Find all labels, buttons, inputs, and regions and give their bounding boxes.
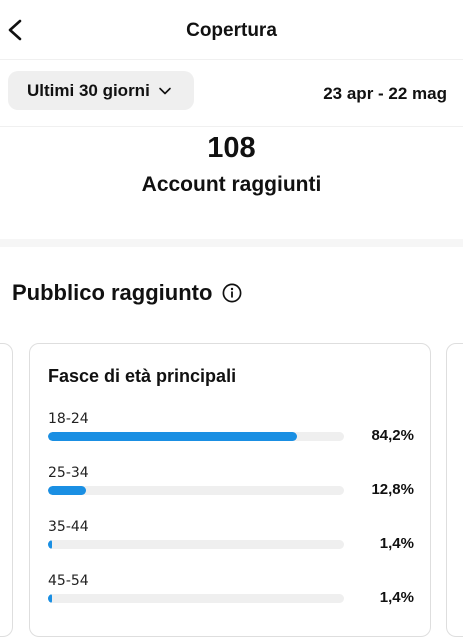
section-title-text: Pubblico raggiunto bbox=[12, 280, 213, 305]
percent-value: 84,2% bbox=[371, 427, 414, 444]
age-row: 45-54 1,4% bbox=[48, 573, 414, 613]
percent-value: 1,4% bbox=[379, 535, 414, 552]
section-title: Pubblico raggiunto bbox=[12, 280, 242, 306]
age-row: 25-34 12,8% bbox=[48, 465, 414, 505]
period-label: Ultimi 30 giorni bbox=[27, 80, 150, 100]
info-icon[interactable] bbox=[222, 283, 242, 303]
percent-value: 12,8% bbox=[371, 481, 414, 498]
progress-fill bbox=[48, 486, 86, 495]
progress-track bbox=[48, 594, 344, 603]
section-divider bbox=[0, 239, 463, 247]
progress-track bbox=[48, 432, 344, 441]
metric-value: 108 bbox=[207, 132, 256, 164]
card-title: Fasce di età principali bbox=[48, 366, 237, 386]
reach-screen: Copertura Ultimi 30 giorni 23 apr - 22 m… bbox=[0, 0, 463, 644]
filter-row: Ultimi 30 giorni 23 apr - 22 mag bbox=[0, 60, 463, 127]
top-bar: Copertura bbox=[0, 0, 463, 60]
age-ranges-card: Fasce di età principali 18-24 84,2% 25-3… bbox=[29, 343, 431, 637]
age-row: 18-24 84,2% bbox=[48, 411, 414, 451]
age-range-label: 35-44 bbox=[48, 519, 89, 535]
progress-fill bbox=[48, 540, 53, 549]
reach-metric: 108 Account raggiunti bbox=[0, 128, 463, 241]
progress-fill bbox=[48, 594, 53, 603]
date-range: 23 apr - 22 mag bbox=[323, 84, 447, 103]
age-range-label: 25-34 bbox=[48, 465, 89, 481]
age-row: 35-44 1,4% bbox=[48, 519, 414, 559]
percent-value: 1,4% bbox=[379, 589, 414, 606]
age-range-label: 18-24 bbox=[48, 411, 89, 427]
page-title: Copertura bbox=[186, 20, 277, 41]
metric-label: Account raggiunti bbox=[141, 173, 322, 196]
previous-card[interactable] bbox=[0, 343, 13, 637]
period-dropdown[interactable]: Ultimi 30 giorni bbox=[8, 71, 194, 110]
progress-fill bbox=[48, 432, 298, 441]
chevron-down-icon bbox=[158, 84, 172, 98]
age-range-label: 45-54 bbox=[48, 573, 89, 589]
progress-track bbox=[48, 486, 344, 495]
next-card[interactable] bbox=[446, 343, 463, 637]
progress-track bbox=[48, 540, 344, 549]
